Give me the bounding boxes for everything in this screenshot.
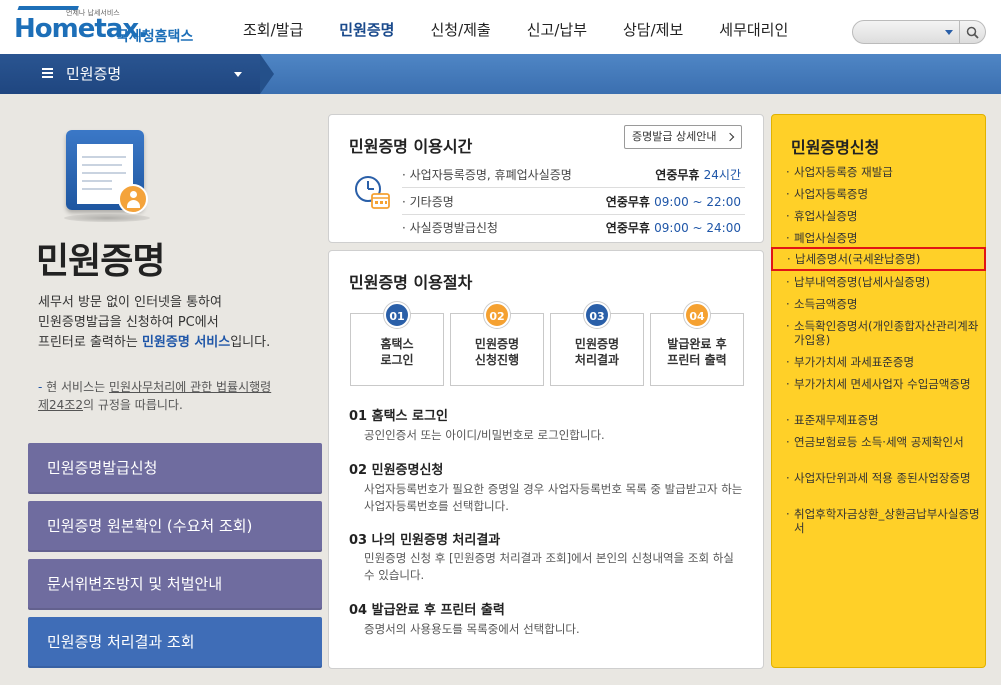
- certificate-document-icon: [64, 130, 150, 222]
- step-number-badge: 03: [584, 302, 610, 328]
- chevron-down-icon[interactable]: [945, 30, 953, 35]
- chevron-right-icon: [725, 132, 735, 142]
- hometax-logo[interactable]: 언제나 납세서비스 Hometax. 국세청홈택스: [13, 6, 199, 50]
- page-title: 민원증명: [36, 241, 165, 282]
- person-icon: [118, 184, 148, 214]
- procedure-heading: 04 발급완료 후 프린터 출력: [349, 603, 505, 618]
- panel-title: 민원증명신청: [791, 138, 880, 157]
- result-inquiry-button[interactable]: 민원증명 처리결과 조회: [28, 617, 322, 668]
- nav-apply[interactable]: 신청/제출: [412, 0, 508, 54]
- nav-tax-agent[interactable]: 세무대리인: [701, 0, 806, 54]
- link-biz-reg-cert[interactable]: 사업자등록증명: [786, 187, 981, 201]
- step-number-badge: 01: [384, 302, 410, 328]
- procedure-title: 민원증명 이용절차: [349, 273, 473, 292]
- nav-consult[interactable]: 상담/제보: [605, 0, 701, 54]
- link-tax-payment-cert[interactable]: 납세증명서(국세완납증명): [771, 247, 986, 271]
- chevron-down-icon: [234, 72, 242, 77]
- link-closure-cert[interactable]: 폐업사실증명: [786, 231, 981, 245]
- link-income-amount-cert[interactable]: 소득금액증명: [786, 297, 981, 311]
- procedure-desc: 증명서의 사용용도를 목록중에서 선택합니다.: [364, 622, 580, 636]
- time-row: · 기타증명 연중무휴 09:00 ~ 22:00: [402, 190, 745, 215]
- search-area: [852, 20, 986, 44]
- sub-nav-bar: 민원증명: [0, 54, 1001, 94]
- search-input[interactable]: [861, 22, 947, 44]
- clock-calendar-icon: [355, 176, 390, 209]
- nav-certificate[interactable]: 민원증명: [321, 0, 412, 54]
- procedure-heading: 03 나의 민원증명 처리결과: [349, 533, 501, 548]
- search-button[interactable]: [960, 20, 986, 44]
- link-vat-exempt-cert[interactable]: 부가가치세 면세사업자 수입금액증명: [786, 377, 981, 391]
- link-suspension-cert[interactable]: 휴업사실증명: [786, 209, 981, 223]
- subnav-title: 민원증명: [66, 65, 122, 83]
- search-icon: [966, 26, 979, 39]
- link-student-loan-cert[interactable]: 취업후학자금상환_상환금납부사실증명서: [786, 507, 981, 535]
- global-nav: 조회/발급 민원증명 신청/제출 신고/납부 상담/제보 세무대리인: [225, 0, 806, 54]
- nav-inquiry[interactable]: 조회/발급: [225, 0, 321, 54]
- procedure-panel: 민원증명 이용절차 홈택스 로그인 민원증명 신청진행 민원증명 처리결과 발급완료 …: [328, 250, 764, 669]
- link-financial-statement-cert[interactable]: 표준재무제표증명: [786, 413, 981, 427]
- search-box: [852, 20, 960, 44]
- procedure-desc: 사업자등록번호가 필요한 증명일 경우 사업자등록번호 목록 중 발급받고자 하…: [364, 482, 743, 513]
- time-row: · 사업자등록증명, 휴폐업사실증명 연중무휴 24시간: [402, 163, 745, 188]
- time-row: · 사실증명발급신청 연중무휴 09:00 ~ 24:00: [402, 221, 741, 235]
- service-intro: 세무서 방문 없이 인터넷을 통하여 민원증명발급을 신청하여 PC에서 프린터…: [38, 295, 271, 350]
- link-pension-deduction-cert[interactable]: 연금보험료등 소득·세액 공제확인서: [786, 435, 981, 449]
- usage-time-title: 민원증명 이용시간: [349, 137, 473, 156]
- certificate-apply-button[interactable]: 민원증명발급신청: [28, 443, 322, 494]
- subnav-dropdown[interactable]: 민원증명: [0, 54, 274, 94]
- legal-notice: - 현 서비스는 민원사무처리에 관한 법률시행령 제24조2의 규정을 따릅니…: [38, 380, 272, 412]
- original-verify-button[interactable]: 민원증명 원본확인 (수요처 조회): [28, 501, 322, 552]
- procedure-desc: 민원증명 신청 후 [민원증명 처리결과 조회]에서 본인의 신청내역을 조회 …: [364, 551, 734, 582]
- link-vat-base-cert[interactable]: 부가가치세 과세표준증명: [786, 355, 981, 369]
- link-biz-reg-reissue[interactable]: 사업자등록증 재발급: [786, 165, 981, 179]
- certificate-apply-panel: 민원증명신청 사업자등록증 재발급 사업자등록증명 휴업사실증명 폐업사실증명 …: [771, 114, 986, 668]
- step-number-badge: 02: [484, 302, 510, 328]
- top-header: 언제나 납세서비스 Hometax. 국세청홈택스 조회/발급 민원증명 신청/…: [0, 0, 1001, 54]
- forgery-prevention-button[interactable]: 문서위변조방지 및 처벌안내: [28, 559, 322, 610]
- procedure-heading: 02 민원증명신청: [349, 463, 444, 478]
- detail-guide-button[interactable]: 증명발급 상세안내: [624, 125, 742, 149]
- logo-korean: 국세청홈택스: [116, 29, 194, 45]
- usage-time-panel: 민원증명 이용시간 증명발급 상세안내 · 사업자등록증명, 휴폐업사실증명 연…: [328, 114, 764, 243]
- link-unit-taxation-cert[interactable]: 사업자단위과세 적용 종된사업장증명: [786, 471, 981, 485]
- menu-icon: [42, 68, 53, 78]
- procedure-desc: 공인인증서 또는 아이디/비밀번호로 로그인합니다.: [364, 428, 605, 442]
- procedure-heading: 01 홈택스 로그인: [349, 409, 448, 424]
- step-number-badge: 04: [684, 302, 710, 328]
- nav-report-pay[interactable]: 신고/납부: [509, 0, 605, 54]
- link-income-confirm-cert[interactable]: 소득확인증명서(개인종합자산관리계좌 가입용): [786, 319, 981, 347]
- link-payment-history-cert[interactable]: 납부내역증명(납세사실증명): [786, 275, 981, 289]
